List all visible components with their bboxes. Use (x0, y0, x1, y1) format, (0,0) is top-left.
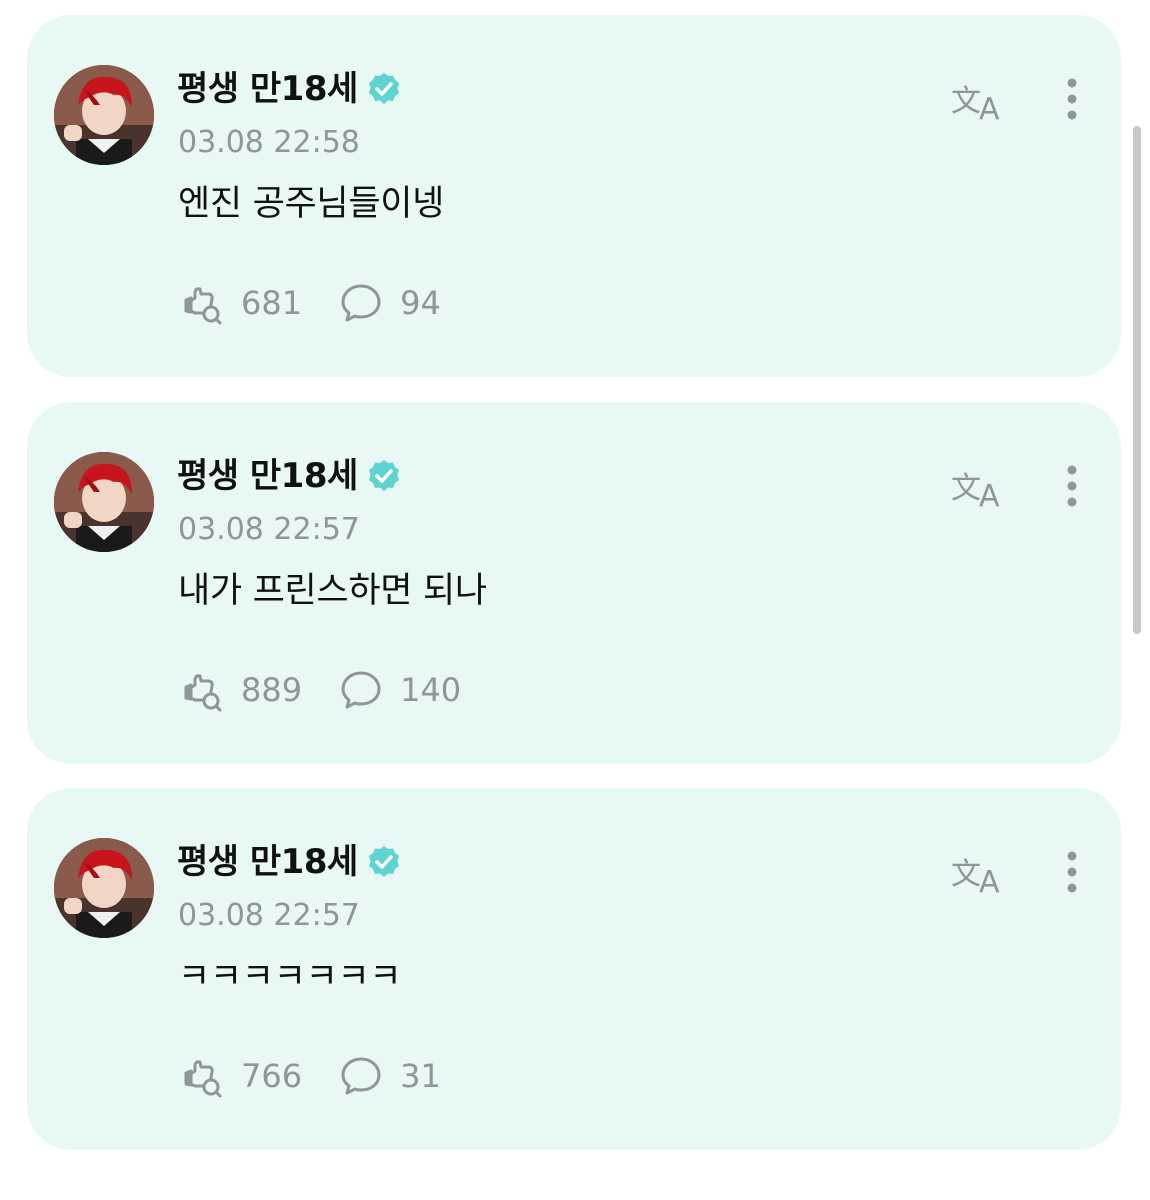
verified-badge-icon (368, 846, 399, 877)
like-icon (184, 674, 222, 712)
like-count: 681 (241, 284, 303, 322)
more-vertical-icon[interactable] (1057, 848, 1087, 896)
author-name[interactable]: 평생 만18세 (177, 454, 358, 498)
translate-icon[interactable]: 文 A (949, 848, 1013, 896)
like-button[interactable]: 681 (179, 280, 302, 326)
translate-icon[interactable]: 文 A (949, 462, 1013, 510)
post-card[interactable]: 평생 만18세 03.08 22:57 ㅋㅋㅋㅋㅋㅋㅋ 766 31 文 A (27, 788, 1121, 1150)
translate-icon[interactable]: 文 A (949, 75, 1013, 123)
verified-badge-icon (368, 73, 399, 104)
post-actions: 681 94 (179, 279, 441, 327)
avatar[interactable] (54, 65, 154, 165)
post-text: 내가 프린스하면 되나 (178, 571, 487, 611)
post-feed: 평생 만18세 03.08 22:58 엔진 공주님들이넹 681 94 文 A… (0, 0, 1150, 1200)
comment-count: 94 (400, 284, 441, 322)
author-row: 평생 만18세 (177, 840, 402, 884)
avatar[interactable] (54, 452, 154, 552)
more-vertical-icon[interactable] (1057, 75, 1087, 123)
author-row: 평생 만18세 (177, 67, 402, 111)
comment-icon (341, 284, 381, 322)
author-name[interactable]: 평생 만18세 (177, 840, 358, 884)
post-card[interactable]: 평생 만18세 03.08 22:57 내가 프린스하면 되나 889 140 … (27, 402, 1121, 764)
svg-text:文: 文 (951, 857, 981, 892)
avatar[interactable] (54, 838, 154, 938)
more-vertical-icon[interactable] (1057, 462, 1087, 510)
like-count: 889 (241, 671, 303, 709)
like-icon (184, 287, 222, 325)
post-timestamp: 03.08 22:57 (178, 512, 360, 547)
svg-text:A: A (979, 92, 1000, 123)
comment-icon (341, 671, 381, 709)
post-card[interactable]: 평생 만18세 03.08 22:58 엔진 공주님들이넹 681 94 文 A (27, 15, 1121, 377)
post-actions: 766 31 (179, 1052, 441, 1100)
verified-badge-icon (368, 460, 399, 491)
post-timestamp: 03.08 22:57 (178, 898, 360, 933)
svg-text:文: 文 (951, 84, 981, 119)
comment-icon (341, 1057, 381, 1095)
svg-text:A: A (979, 479, 1000, 510)
comment-button[interactable]: 31 (338, 1053, 441, 1099)
like-count: 766 (241, 1057, 303, 1095)
scrollbar[interactable] (1133, 126, 1141, 634)
comment-button[interactable]: 140 (338, 667, 461, 713)
comment-count: 140 (400, 671, 462, 709)
comment-button[interactable]: 94 (338, 280, 441, 326)
like-button[interactable]: 766 (179, 1053, 302, 1099)
svg-text:A: A (979, 865, 1000, 896)
comment-count: 31 (400, 1057, 441, 1095)
post-actions: 889 140 (179, 666, 461, 714)
author-row: 평생 만18세 (177, 454, 402, 498)
author-name[interactable]: 평생 만18세 (177, 67, 358, 111)
post-text: 엔진 공주님들이넹 (178, 184, 445, 224)
svg-text:文: 文 (951, 471, 981, 506)
post-timestamp: 03.08 22:58 (178, 125, 360, 160)
like-icon (184, 1060, 222, 1098)
like-button[interactable]: 889 (179, 667, 302, 713)
post-text: ㅋㅋㅋㅋㅋㅋㅋ (178, 957, 402, 997)
